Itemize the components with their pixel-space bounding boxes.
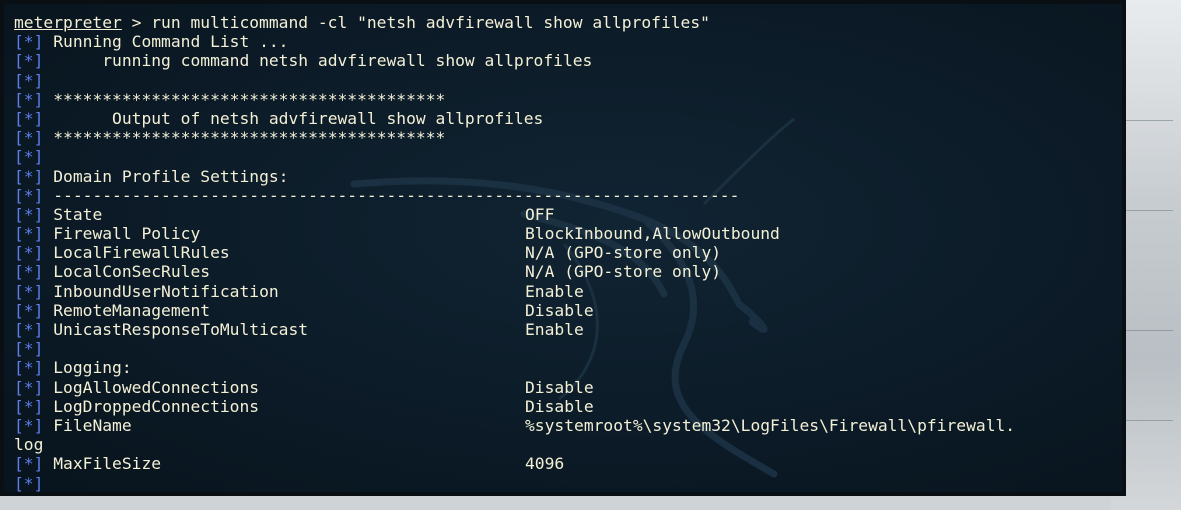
status-tag: [*] <box>14 224 44 244</box>
prompt: meterpreter <box>14 13 122 32</box>
status-tag: [*] <box>14 473 44 493</box>
output-line: [*] ************************************… <box>14 128 739 147</box>
output-value: BlockInbound,AllowOutbound <box>525 224 780 244</box>
output-line: [*] ------------------------------------… <box>14 186 739 205</box>
output-line: [*] Domain Profile Settings: <box>14 167 739 186</box>
status-tag: [*] <box>14 320 44 339</box>
output-label: MaxFileSize <box>53 454 162 474</box>
status-tag: [*] <box>14 243 44 263</box>
output-value: Enable <box>525 320 584 339</box>
status-tag: [*] <box>14 358 44 378</box>
output-line: [*] <box>14 339 739 358</box>
output-line: [*] running command netsh advfirewall sh… <box>14 51 739 70</box>
status-tag: [*] <box>14 147 44 167</box>
output-label: **************************************** <box>53 128 446 148</box>
output-value: 4096 <box>525 454 565 474</box>
output-value: %systemroot%\system32\LogFiles\Firewall\… <box>525 415 1016 435</box>
status-tag: [*] <box>14 32 44 52</box>
status-tag: [*] <box>14 89 44 109</box>
output-label: ----------------------------------------… <box>53 185 740 205</box>
output-line: [*] Output of netsh advfirewall show all… <box>14 109 739 128</box>
output-line: [*] FileName %systemroot%\system32\LogFil… <box>14 415 1015 435</box>
status-tag: [*] <box>14 377 44 397</box>
status-tag: [*] <box>14 281 44 301</box>
output-value: N/A (GPO-store only) <box>525 262 722 282</box>
output-line: [*] <box>14 71 739 90</box>
output-line: [*] <box>14 147 739 166</box>
output-label: FileName <box>53 415 132 435</box>
output-label: Logging: <box>53 358 132 378</box>
output-line: [*] <box>14 474 739 493</box>
output-label: Running Command List ... <box>53 32 289 52</box>
status-tag: [*] <box>14 108 44 128</box>
output-line: [*] Running Command List ... <box>14 32 739 51</box>
status-tag: [*] <box>14 396 44 416</box>
command-text: > run multicommand -cl "netsh advfirewal… <box>121 13 710 32</box>
status-tag: [*] <box>14 454 44 474</box>
output-label: UnicastResponseToMulticast <box>53 320 309 339</box>
status-tag: [*] <box>14 128 44 148</box>
output-line: [*] LocalConSecRules N/A (GPO-store only) <box>14 262 739 281</box>
wrapped-line: log <box>14 435 44 455</box>
output-line: [*] MaxFileSize 4096 <box>14 454 739 473</box>
output-line: [*] LogDroppedConnections Disable <box>14 397 739 416</box>
output-label: Domain Profile Settings: <box>53 166 289 186</box>
output-line: [*] UnicastResponseToMulticast Enable <box>14 320 739 339</box>
output-label: RemoteManagement <box>53 300 211 320</box>
output-line: [*] State OFF <box>14 205 739 224</box>
output-value: Disable <box>525 300 594 320</box>
output-label: InboundUserNotification <box>53 281 279 301</box>
output-label: LogAllowedConnections <box>53 377 260 397</box>
output-line: [*] Firewall Policy BlockInbound,AllowOut… <box>14 224 780 244</box>
output-line: [*] RemoteManagement Disable <box>14 301 739 320</box>
output-label: Output of netsh advfirewall show allprof… <box>53 108 544 128</box>
output-value: N/A (GPO-store only) <box>525 243 722 263</box>
status-tag: [*] <box>14 204 44 224</box>
output-line: [*] LocalFirewallRules N/A (GPO-store onl… <box>14 243 739 262</box>
command-line: meterpreter > run multicommand -cl "nets… <box>14 13 739 32</box>
terminal-window[interactable]: meterpreter > run multicommand -cl "nets… <box>0 0 1126 496</box>
status-tag: [*] <box>14 415 44 435</box>
output-label: LogDroppedConnections <box>53 396 260 416</box>
screenshot-frame: meterpreter > run multicommand -cl "nets… <box>0 0 1181 510</box>
output-value: OFF <box>525 204 555 224</box>
output-label: LocalFirewallRules <box>53 243 230 263</box>
terminal-output: meterpreter > run multicommand -cl "nets… <box>14 13 1015 493</box>
output-line: [*] ************************************… <box>14 90 739 109</box>
status-tag: [*] <box>14 185 44 205</box>
status-tag: [*] <box>14 51 44 71</box>
status-tag: [*] <box>14 300 44 320</box>
output-label: Firewall Policy <box>53 224 201 244</box>
output-label: running command netsh advfirewall show a… <box>53 51 593 71</box>
output-label: State <box>53 204 103 224</box>
output-label: LocalConSecRules <box>53 262 211 282</box>
status-tag: [*] <box>14 339 44 359</box>
output-value: Disable <box>525 396 594 416</box>
output-label: **************************************** <box>53 89 446 109</box>
output-value: Disable <box>525 377 594 397</box>
output-line: [*] LogAllowedConnections Disable <box>14 378 739 397</box>
output-line: [*] InboundUserNotification Enable <box>14 282 739 301</box>
status-tag: [*] <box>14 166 44 186</box>
output-line: [*] Logging: <box>14 358 739 377</box>
output-value: Enable <box>525 281 584 301</box>
status-tag: [*] <box>14 262 44 282</box>
status-tag: [*] <box>14 70 44 90</box>
